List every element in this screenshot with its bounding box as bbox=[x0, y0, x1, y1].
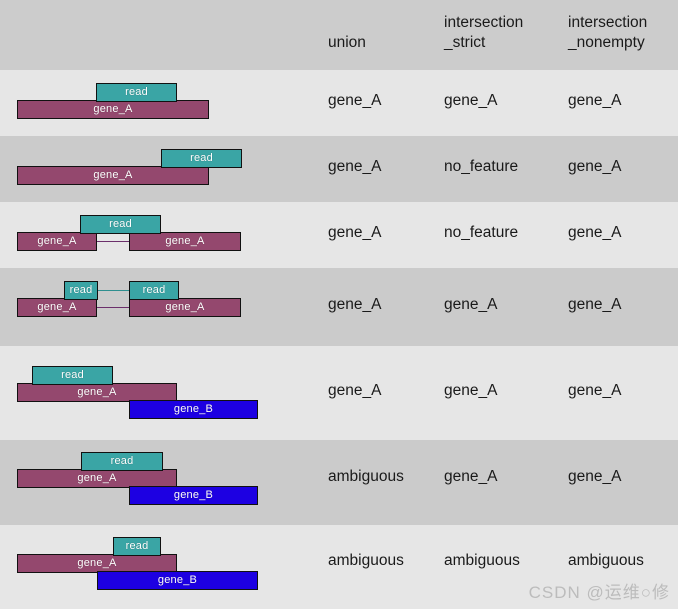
result-union: gene_A bbox=[328, 296, 382, 313]
result-intersection-nonempty: gene_A bbox=[568, 382, 622, 399]
table-row: gene_A read gene_A no_feature gene_A bbox=[0, 136, 678, 202]
read-box: read bbox=[64, 281, 98, 300]
result-intersection-strict: gene_A bbox=[444, 468, 498, 485]
row-diagram: gene_A gene_A read read bbox=[0, 268, 320, 346]
row-diagram: gene_A read bbox=[0, 70, 320, 136]
result-intersection-nonempty: gene_A bbox=[568, 468, 622, 485]
result-union: ambiguous bbox=[328, 552, 404, 569]
table-row: gene_A gene_B read gene_A gene_A gene_A bbox=[0, 346, 678, 440]
gene-box: gene_B bbox=[97, 571, 258, 590]
table-row: gene_A gene_B read ambiguous ambiguous ambigu… bbox=[0, 525, 678, 609]
result-union: gene_A bbox=[328, 92, 382, 109]
split-read-link-line bbox=[98, 290, 129, 291]
read-box: read bbox=[32, 366, 113, 385]
result-union: gene_A bbox=[328, 382, 382, 399]
row-diagram: gene_A read bbox=[0, 136, 320, 202]
intron-line bbox=[97, 307, 129, 308]
result-intersection-strict: gene_A bbox=[444, 92, 498, 109]
gene-box: gene_A bbox=[17, 100, 209, 119]
table-row: gene_A read gene_A gene_A gene_A bbox=[0, 70, 678, 136]
result-intersection-strict: gene_A bbox=[444, 296, 498, 313]
gene-box: gene_A bbox=[129, 232, 241, 251]
column-header-intersection-nonempty: intersection _nonempty bbox=[568, 14, 648, 51]
gene-box: gene_A bbox=[17, 298, 97, 317]
gene-box: gene_A bbox=[129, 298, 241, 317]
column-header-intersection-strict: intersection _strict bbox=[444, 14, 524, 51]
read-box: read bbox=[96, 83, 177, 102]
row-diagram: gene_A gene_B read bbox=[0, 440, 320, 525]
table-header: union intersection _strict intersection … bbox=[0, 0, 678, 70]
intron-line bbox=[97, 241, 129, 242]
gene-box: gene_A bbox=[17, 166, 209, 185]
result-intersection-strict: gene_A bbox=[444, 382, 498, 399]
gene-box: gene_A bbox=[17, 232, 97, 251]
read-box: read bbox=[129, 281, 179, 300]
result-intersection-strict: no_feature bbox=[444, 224, 519, 241]
gene-box: gene_B bbox=[129, 400, 258, 419]
result-union: gene_A bbox=[328, 158, 382, 175]
row-diagram: gene_A gene_B read bbox=[0, 525, 320, 609]
gene-box: gene_B bbox=[129, 486, 258, 505]
read-box: read bbox=[81, 452, 163, 471]
result-union: gene_A bbox=[328, 224, 382, 241]
read-box: read bbox=[113, 537, 161, 556]
read-box: read bbox=[161, 149, 242, 168]
htseq-count-modes-table: union intersection _strict intersection … bbox=[0, 0, 678, 609]
result-union: ambiguous bbox=[328, 468, 404, 485]
result-intersection-nonempty: gene_A bbox=[568, 296, 622, 313]
result-intersection-strict: no_feature bbox=[444, 158, 519, 175]
result-intersection-nonempty: gene_A bbox=[568, 92, 622, 109]
table-row: gene_A gene_A read gene_A no_feature gene_A bbox=[0, 202, 678, 268]
read-box: read bbox=[80, 215, 161, 234]
result-intersection-nonempty: gene_A bbox=[568, 224, 622, 241]
result-intersection-nonempty: ambiguous bbox=[568, 552, 644, 569]
column-header-union: union bbox=[328, 34, 366, 51]
table-row: gene_A gene_A read read gene_A gene_A gene_A bbox=[0, 268, 678, 346]
row-diagram: gene_A gene_A read bbox=[0, 202, 320, 268]
table-row: gene_A gene_B read ambiguous gene_A gene_A bbox=[0, 440, 678, 525]
row-diagram: gene_A gene_B read bbox=[0, 346, 320, 440]
result-intersection-nonempty: gene_A bbox=[568, 158, 622, 175]
result-intersection-strict: ambiguous bbox=[444, 552, 520, 569]
